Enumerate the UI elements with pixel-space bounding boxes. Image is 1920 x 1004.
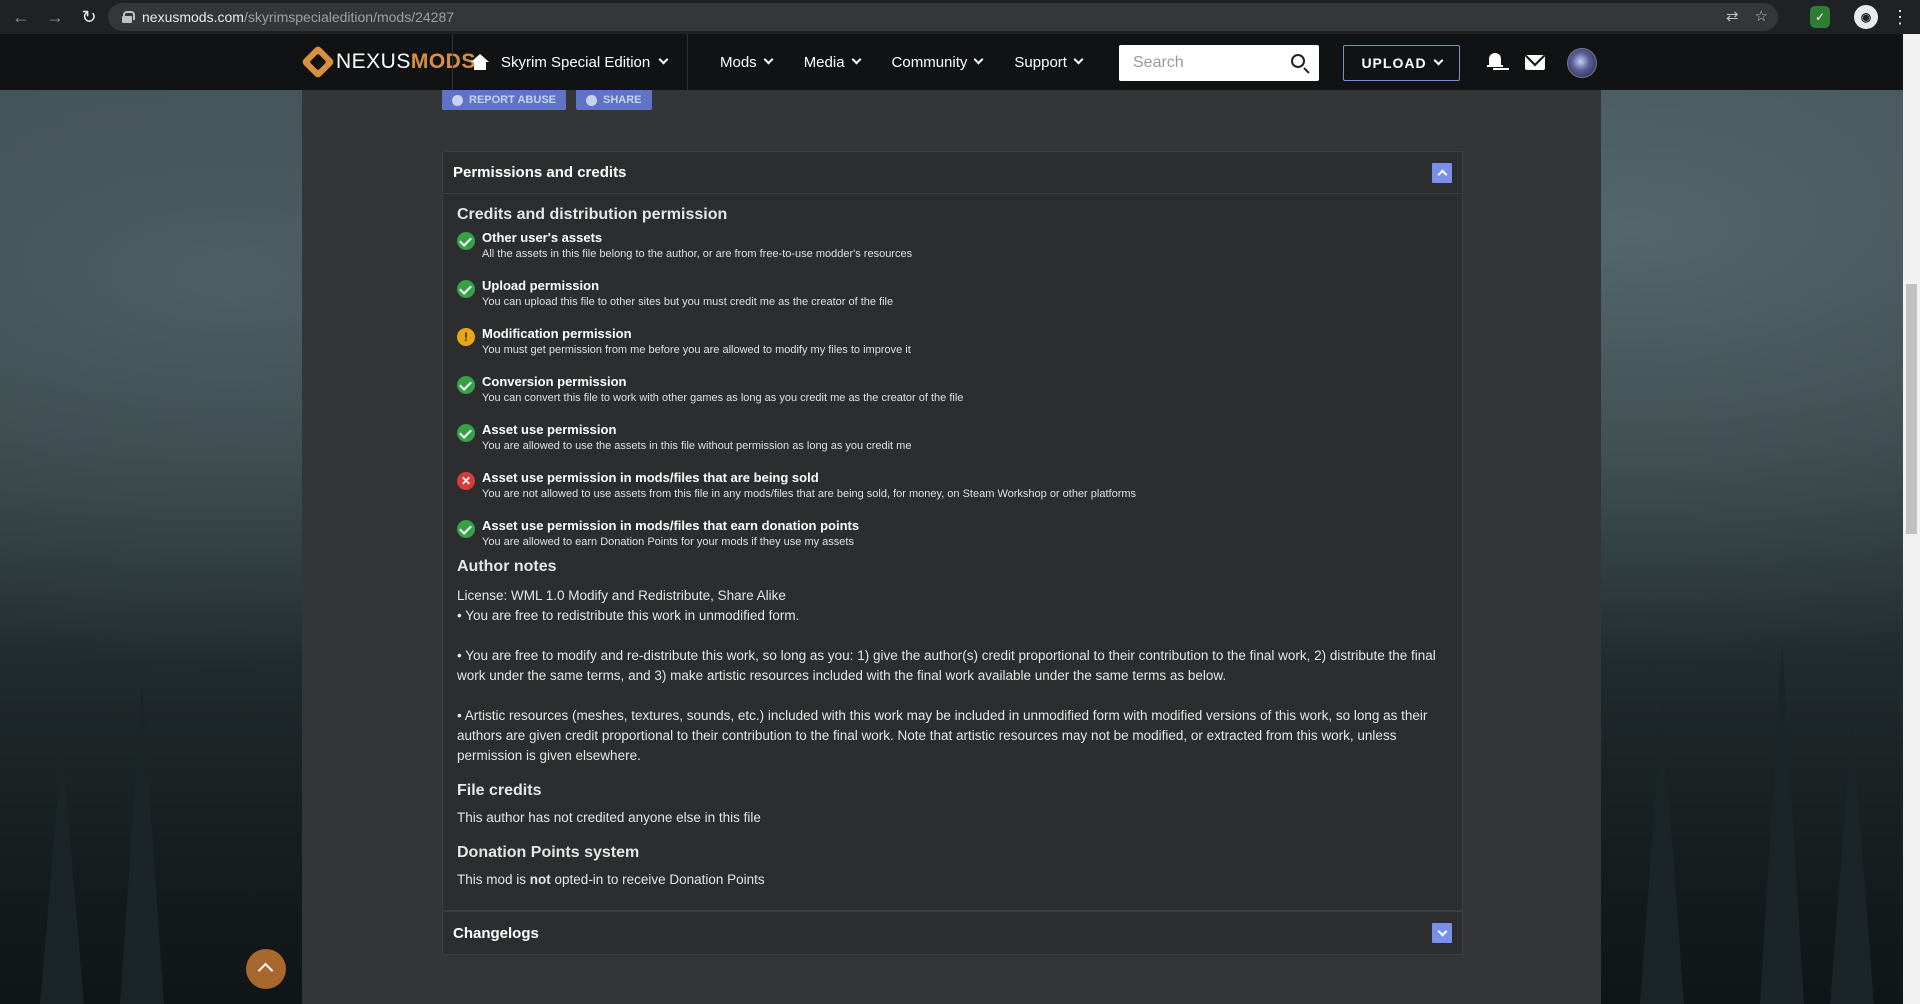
changelogs-title: Changelogs (453, 924, 539, 942)
avatar[interactable] (1567, 48, 1597, 78)
address-bar[interactable]: nexusmods.com/skyrimspecialedition/mods/… (108, 3, 1778, 31)
tree-silhouette (120, 684, 164, 1004)
main-nav: Mods Media Community Support (704, 34, 1098, 90)
url-host: nexusmods.com (142, 9, 244, 25)
share-icon (586, 94, 597, 106)
warning-icon: ! (457, 328, 475, 346)
expand-toggle-icon[interactable] (1432, 923, 1452, 943)
nexus-logo-icon (301, 45, 335, 79)
file-credits-title: File credits (457, 782, 542, 799)
search-input[interactable] (1119, 46, 1279, 80)
cross-icon: ✕ (457, 472, 475, 490)
bookmark-star-icon[interactable]: ☆ (1755, 7, 1768, 25)
scroll-to-top-button[interactable] (246, 949, 286, 989)
nav-media[interactable]: Media (788, 54, 876, 71)
permissions-body: Credits and distribution permission Othe… (443, 194, 1462, 890)
check-icon (457, 520, 475, 538)
check-icon (457, 376, 475, 394)
translate-icon[interactable]: ⇄ (1726, 7, 1739, 25)
extension-shield-icon[interactable]: ✓ (1810, 6, 1830, 28)
page-scrollbar[interactable] (1903, 34, 1920, 1004)
permission-item: Asset use permission in mods/files that … (457, 518, 1448, 558)
report-abuse-button[interactable]: REPORT ABUSE (442, 90, 566, 110)
game-name: Skyrim Special Edition (501, 53, 651, 71)
search-box (1119, 45, 1319, 81)
tree-silhouette (40, 744, 84, 1004)
share-button[interactable]: SHARE (576, 90, 652, 110)
nav-mods[interactable]: Mods (704, 54, 788, 71)
scrollbar-thumb[interactable] (1906, 284, 1917, 534)
check-icon (457, 280, 475, 298)
changelogs-header[interactable]: Changelogs (442, 911, 1463, 955)
action-buttons: REPORT ABUSE SHARE (442, 90, 652, 110)
check-icon (457, 232, 475, 250)
chevron-down-icon (973, 54, 984, 64)
credits-section-title: Credits and distribution permission (457, 206, 728, 223)
permission-item: Other user's assets All the assets in thi… (457, 230, 1448, 278)
permissions-header[interactable]: Permissions and credits (443, 152, 1462, 194)
game-selector[interactable]: Skyrim Special Edition (452, 34, 688, 90)
logo-prefix: NEXUS (336, 50, 411, 73)
check-icon (457, 424, 475, 442)
alert-icon (452, 94, 463, 106)
site-header: NEXUSMODS Skyrim Special Edition Mods Me… (0, 34, 1903, 90)
tree-silhouette (1640, 704, 1684, 1004)
chevron-down-icon (1433, 55, 1444, 65)
forward-arrow-icon[interactable]: → (42, 4, 68, 30)
back-arrow-icon[interactable]: ← (8, 4, 34, 30)
browser-menu-icon[interactable]: ⋮ (1888, 5, 1912, 29)
chevron-down-icon (763, 54, 774, 64)
nav-support[interactable]: Support (998, 54, 1098, 71)
mail-icon[interactable] (1525, 55, 1545, 70)
permission-item: ✕ Asset use permission in mods/files tha… (457, 470, 1448, 518)
home-icon (471, 54, 489, 70)
tree-silhouette (1760, 644, 1804, 1004)
mod-content-panel: REPORT ABUSE SHARE Permissions and credi… (302, 90, 1601, 1004)
upload-button[interactable]: UPLOAD (1343, 45, 1460, 81)
chevron-down-icon (1073, 54, 1084, 64)
profile-incognito-icon[interactable]: ◉ (1854, 5, 1878, 29)
permission-item: Upload permission You can upload this fil… (457, 278, 1448, 326)
donation-points-text: This mod is not opted-in to receive Dona… (457, 872, 765, 887)
browser-toolbar: ← → ↻ nexusmods.com/skyrimspecialedition… (0, 0, 1920, 34)
donation-points-title: Donation Points system (457, 844, 640, 861)
file-credits-text: This author has not credited anyone else… (457, 810, 761, 825)
bell-icon[interactable] (1487, 53, 1503, 70)
author-notes: License: WML 1.0 Modify and Redistribute… (457, 588, 1436, 763)
chevron-down-icon (851, 54, 861, 64)
permission-item: Conversion permission You can convert thi… (457, 374, 1448, 422)
permissions-box: Permissions and credits Credits and dist… (442, 151, 1463, 911)
lock-icon[interactable] (122, 11, 135, 23)
author-notes-title: Author notes (457, 558, 557, 575)
url-path: /skyrimspecialedition/mods/24287 (243, 9, 455, 25)
permissions-title: Permissions and credits (453, 164, 627, 181)
chevron-down-icon (658, 54, 669, 65)
search-icon[interactable] (1291, 54, 1305, 68)
nav-community[interactable]: Community (876, 54, 999, 71)
nexusmods-logo[interactable]: NEXUSMODS (301, 45, 476, 79)
collapse-toggle-icon[interactable] (1432, 162, 1452, 183)
reload-icon[interactable]: ↻ (76, 4, 102, 30)
tree-silhouette (1830, 724, 1874, 1004)
permission-item: ! Modification permission You must get pe… (457, 326, 1448, 374)
permission-item: Asset use permission You are allowed to u… (457, 422, 1448, 470)
